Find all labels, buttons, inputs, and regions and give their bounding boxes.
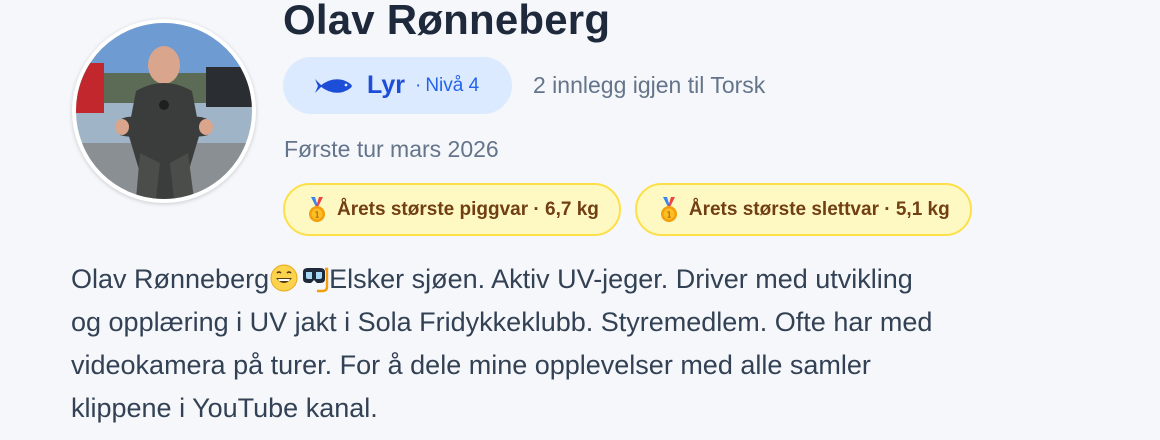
profile-header: Olav Rønneberg Lyr · Nivå 4 2 innlegg ig… [0, 0, 1160, 440]
bio-line: Olav Rønneberg Elsker sjøen. Aktiv UV-je… [71, 258, 1051, 301]
bio-line: klippene i YouTube kanal. [71, 393, 378, 423]
achievement-badge-piggvar[interactable]: 1 Årets største piggvar · 6,7 kg [283, 183, 621, 236]
diving-mask-emoji [303, 267, 329, 293]
bio-line: og opplæring i UV jakt i Sola Fridykkekl… [71, 307, 933, 337]
svg-text:1: 1 [666, 210, 671, 219]
profile-bio: Olav Rønneberg Elsker sjøen. Aktiv UV-je… [71, 258, 1051, 430]
fish-icon [315, 78, 352, 93]
first-trip-date: Første tur mars 2026 [284, 136, 499, 162]
gold-medal-icon: 1 [309, 196, 325, 222]
grinning-face-emoji [270, 264, 298, 292]
gold-medal-icon: 1 [660, 196, 677, 222]
badge-label: Årets største slettvar · 5,1 kg [688, 198, 950, 220]
level-badge[interactable]: Lyr · Nivå 4 [283, 57, 512, 114]
avatar-photo [76, 23, 252, 199]
profile-name: Olav Rønneberg [283, 0, 611, 43]
level-name: Lyr [367, 71, 405, 99]
achievement-badges: 1 Årets største piggvar · 6,7 kg 1 Årets… [283, 183, 972, 236]
level-number: Nivå 4 [425, 74, 480, 96]
level-separator: · [414, 74, 422, 96]
svg-text:1: 1 [314, 210, 319, 219]
bio-name: Olav Rønneberg [71, 264, 270, 294]
achievement-badge-slettvar[interactable]: 1 Årets største slettvar · 5,1 kg [634, 183, 972, 236]
next-level-progress: 2 innlegg igjen til Torsk [533, 72, 766, 98]
bio-text: Elsker sjøen. Aktiv UV-jeger. Driver med… [329, 264, 913, 294]
bio-line: videokamera på turer. For å dele mine op… [71, 350, 871, 380]
badge-label: Årets største piggvar · 6,7 kg [337, 198, 599, 220]
avatar[interactable] [72, 19, 256, 203]
